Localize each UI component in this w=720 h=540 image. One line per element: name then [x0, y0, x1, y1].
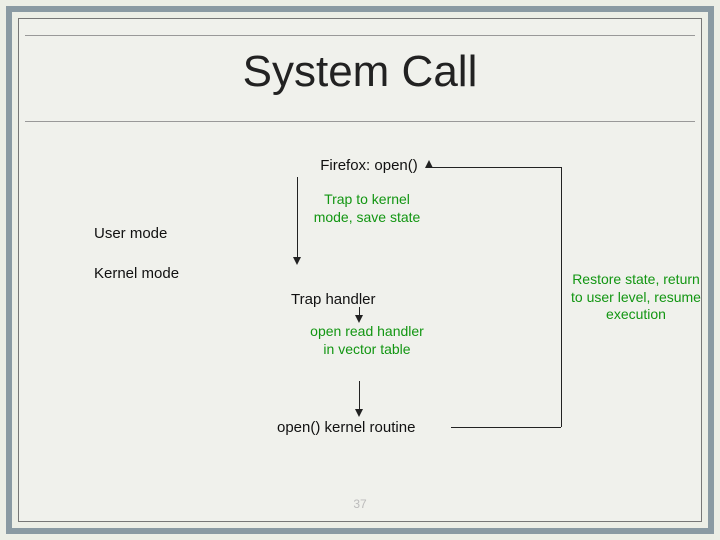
arrow-open-read-to-routine [359, 381, 360, 411]
return-path-vertical [561, 167, 562, 427]
label-user-mode: User mode [94, 225, 167, 242]
return-path-horizontal-bottom [451, 427, 561, 428]
return-path-horizontal-top [429, 167, 561, 168]
rule-under-title [25, 121, 695, 122]
slide-number: 37 [19, 497, 701, 511]
flow-trap-to: Trap to kernel mode, save state [307, 191, 427, 226]
label-kernel-mode: Kernel mode [94, 265, 179, 282]
arrow-head-firefox-to-trap [293, 257, 301, 265]
flow-open-routine: open() kernel routine [277, 419, 477, 436]
flow-restore: Restore state, return to user level, res… [571, 271, 701, 324]
arrow-head-trap-handler-to-open-read [355, 315, 363, 323]
flow-firefox: Firefox: open() [299, 157, 439, 174]
arrow-firefox-to-trap [297, 177, 298, 259]
rule-top [25, 35, 695, 36]
flow-trap-handler: Trap handler [291, 291, 431, 308]
arrow-head-open-read-to-routine [355, 409, 363, 417]
return-path-arrow-head [425, 160, 433, 168]
slide-title: System Call [19, 47, 701, 97]
flow-open-read: open read handler in vector table [307, 323, 427, 358]
